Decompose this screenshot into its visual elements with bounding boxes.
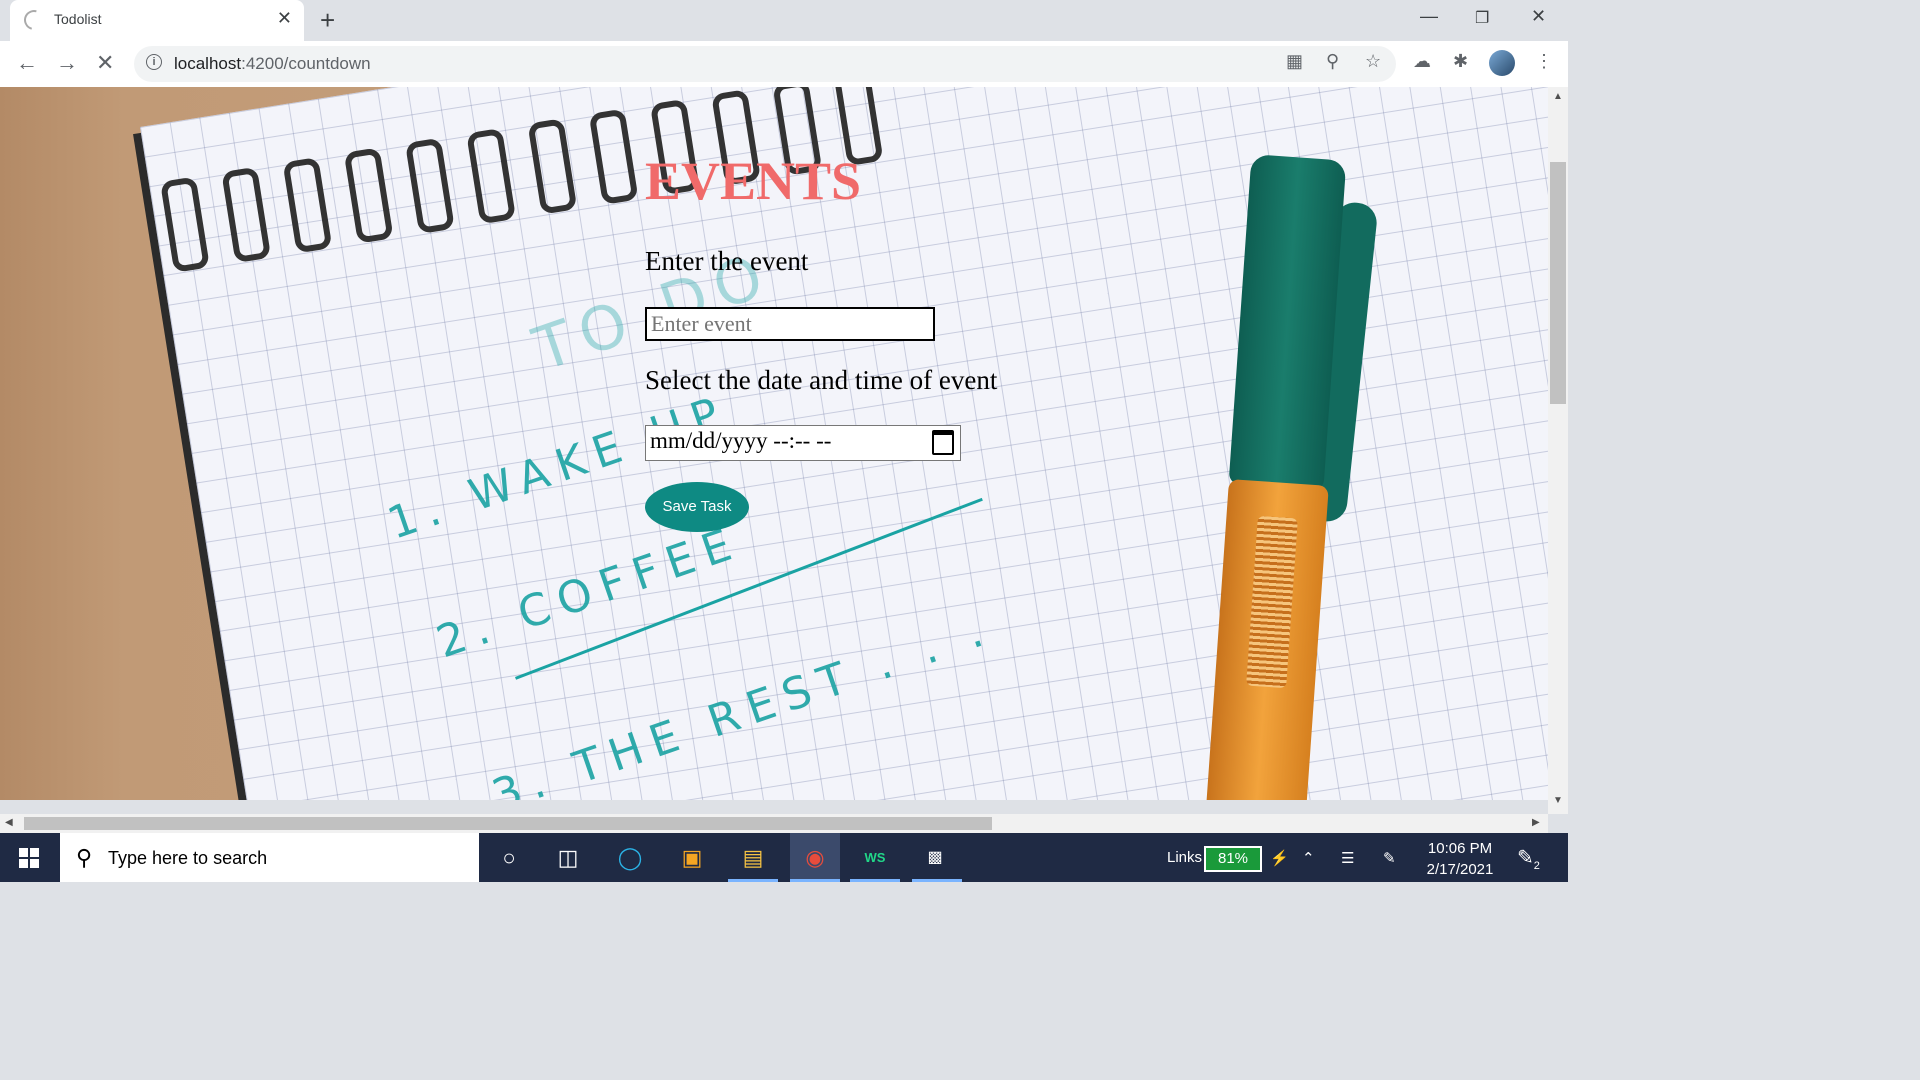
zoom-icon[interactable]: ⚲ [1326, 51, 1339, 72]
scroll-left-icon[interactable]: ◀ [5, 817, 13, 828]
page-title: EVENTS [645, 151, 862, 211]
webstorm-running-indicator [850, 879, 900, 882]
datetime-input[interactable]: mm/dd/yyyy --:-- -- [645, 425, 961, 461]
edge-browser-icon[interactable]: ◯ [613, 841, 647, 875]
action-center-icon[interactable]: ✎2 [1517, 845, 1540, 872]
new-tab-button[interactable]: + [320, 5, 335, 36]
loading-spinner-icon [20, 6, 48, 34]
close-window-icon[interactable]: ✕ [1531, 6, 1546, 27]
calendar-icon[interactable] [932, 430, 954, 455]
vertical-scroll-thumb[interactable] [1550, 162, 1566, 404]
wifi-icon[interactable]: ☰ [1341, 849, 1354, 867]
scroll-down-icon[interactable]: ▼ [1553, 795, 1563, 806]
save-task-button[interactable]: Save Task [645, 482, 749, 532]
store-icon[interactable]: ▣ [675, 841, 709, 875]
datetime-label: Select the date and time of event [645, 365, 998, 395]
stop-loading-icon[interactable]: ✕ [96, 50, 114, 76]
horizontal-scrollbar[interactable]: ◀ ▶ [0, 814, 1548, 833]
power-plug-icon[interactable]: ⚡ [1270, 849, 1289, 867]
windows-taskbar: ⚲ Type here to search ○ ◫ ◯ ▣ ▤ ◉ WS ▩ L… [0, 833, 1568, 882]
notification-count: 2 [1533, 860, 1540, 872]
profile-avatar[interactable] [1489, 50, 1515, 76]
file-explorer-icon[interactable]: ▤ [736, 841, 770, 875]
qr-code-icon[interactable]: ▦ [1286, 51, 1303, 72]
url-host: localhost [174, 54, 242, 73]
address-bar[interactable]: i localhost:4200/countdown [134, 46, 1396, 82]
links-toolbar[interactable]: Links [1167, 849, 1202, 866]
back-icon[interactable]: ← [16, 50, 38, 76]
chrome-running-indicator [790, 879, 840, 882]
scroll-up-icon[interactable]: ▲ [1553, 91, 1563, 102]
extensions-puzzle-icon[interactable]: ✱ [1453, 51, 1468, 72]
scroll-right-icon[interactable]: ▶ [1532, 817, 1540, 828]
horizontal-scroll-thumb[interactable] [24, 817, 992, 830]
windows-start-icon[interactable] [19, 848, 39, 868]
cortana-icon[interactable]: ○ [492, 841, 526, 875]
clock-date: 2/17/2021 [1426, 861, 1494, 878]
search-icon: ⚲ [76, 845, 93, 870]
tab-title: Todolist [54, 11, 102, 27]
bookmark-star-icon[interactable]: ☆ [1365, 51, 1381, 72]
show-hidden-icons-chevron-icon[interactable]: ⌃ [1302, 849, 1315, 867]
url-path: :4200/countdown [241, 54, 371, 73]
tab-todolist[interactable]: Todolist ✕ [10, 0, 304, 41]
terminal-running-indicator [912, 879, 962, 882]
clock-time: 10:06 PM [1427, 840, 1493, 857]
taskbar-clock[interactable]: 10:06 PM 2/17/2021 [1415, 838, 1505, 880]
webstorm-icon[interactable]: WS [858, 841, 892, 875]
tab-strip: Todolist ✕ + — ❐ ✕ [0, 0, 1568, 41]
datetime-value: mm/dd/yyyy --:-- -- [650, 428, 832, 453]
menu-kebab-icon[interactable]: ⋮ [1535, 51, 1553, 72]
minimize-icon[interactable]: — [1420, 6, 1438, 27]
chrome-icon[interactable]: ◉ [790, 833, 840, 882]
vertical-scrollbar[interactable]: ▲ ▼ [1548, 87, 1568, 814]
pen-workspace-icon[interactable]: ✎ [1383, 849, 1396, 867]
explorer-running-indicator [728, 879, 778, 882]
extension-cloud-icon[interactable]: ☁ [1413, 51, 1431, 72]
forward-icon[interactable]: → [56, 50, 78, 76]
terminal-icon[interactable]: ▩ [918, 841, 952, 875]
event-label: Enter the event [645, 246, 809, 276]
close-tab-icon[interactable]: ✕ [277, 8, 292, 29]
url-text[interactable]: localhost:4200/countdown [174, 54, 371, 74]
task-view-icon[interactable]: ◫ [551, 841, 585, 875]
search-placeholder: Type here to search [108, 848, 268, 868]
event-input[interactable] [645, 307, 935, 341]
site-info-icon[interactable]: i [146, 54, 162, 70]
browser-toolbar: ← → ✕ i localhost:4200/countdown ▦ ⚲ ☆ ☁… [0, 41, 1568, 88]
restore-icon[interactable]: ❐ [1475, 8, 1489, 28]
taskbar-search-box[interactable]: ⚲ Type here to search [60, 833, 479, 882]
battery-indicator[interactable]: 81% [1204, 846, 1262, 872]
